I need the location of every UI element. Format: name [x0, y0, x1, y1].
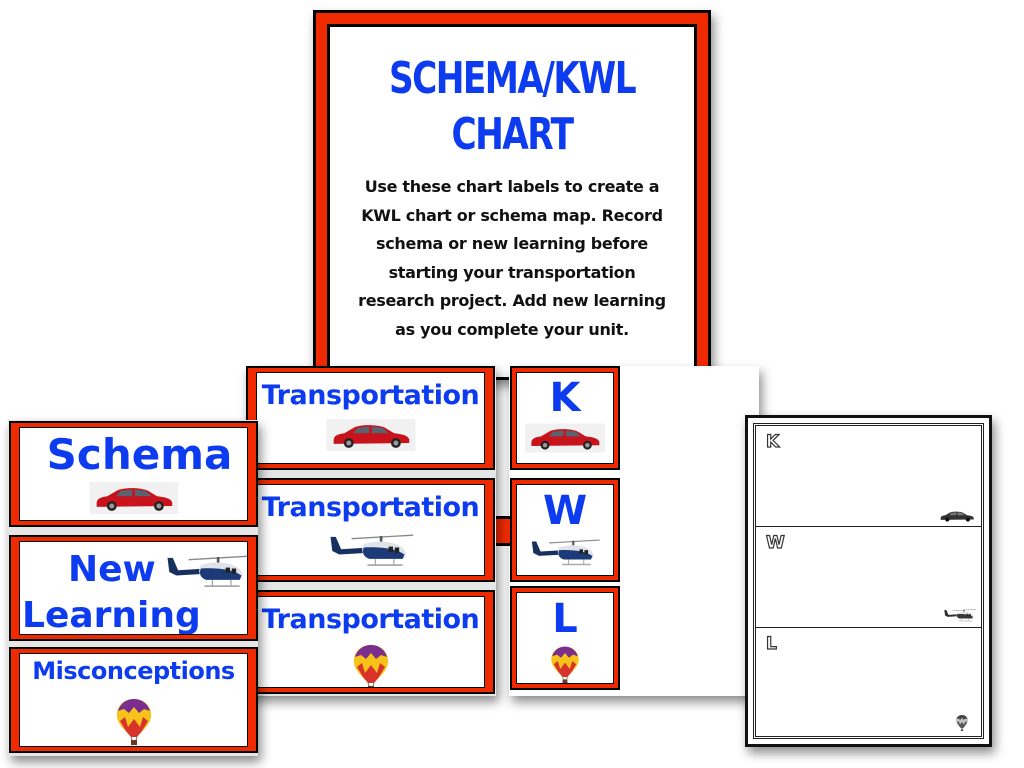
kwl-letter: K	[549, 375, 581, 421]
worksheet-row-l: L	[756, 628, 981, 740]
transportation-label: Transportation	[261, 380, 480, 411]
poster-title-line2: CHART	[451, 109, 575, 160]
poster-panel: SCHEMA/KWL CHART Use these chart labels …	[327, 24, 697, 377]
worksheet-frame: K W L	[753, 423, 984, 739]
helicopter-icon	[164, 552, 248, 592]
transportation-label: Transportation	[261, 492, 480, 523]
kwl-card-w: W	[510, 478, 620, 582]
hot-air-balloon-icon	[114, 696, 154, 747]
worksheet-letter: K	[765, 431, 780, 452]
instruction-line: research project. Add new learning	[358, 291, 666, 310]
hot-air-balloon-icon	[351, 643, 391, 688]
schema-label: Schema	[46, 430, 233, 479]
instruction-line: starting your transportation	[388, 262, 636, 282]
misconceptions-card: Misconceptions	[9, 647, 258, 753]
kwl-worksheet: K W L	[745, 415, 992, 747]
hot-air-balloon-icon	[955, 714, 969, 732]
instruction-line: Use these chart labels to create a	[364, 177, 660, 196]
hot-air-balloon-icon	[549, 645, 581, 684]
new-learning-card: New Learning	[9, 535, 258, 641]
instruction-line: schema or new learning before	[376, 234, 648, 253]
helicopter-icon	[943, 608, 977, 623]
car-icon	[937, 509, 977, 523]
poster-title-line1: SCHEMA/KWL	[388, 53, 637, 104]
kwl-card-k: K	[510, 366, 620, 470]
schema-card: Schema	[9, 421, 258, 527]
car-icon	[89, 482, 179, 514]
kwl-chart-poster: SCHEMA/KWL CHART Use these chart labels …	[313, 10, 711, 380]
car-icon	[326, 419, 416, 451]
transportation-card-balloon: Transportation	[246, 590, 495, 694]
instruction-line: as you complete your unit.	[395, 319, 629, 339]
poster-instructions: Use these chart labels to create a KWL c…	[334, 173, 690, 344]
kwl-card-l: L	[510, 586, 620, 690]
transportation-card-helicopter: Transportation	[246, 478, 495, 582]
misconceptions-label: Misconceptions	[32, 657, 235, 685]
car-icon	[525, 423, 605, 453]
transportation-card-car: Transportation	[246, 366, 495, 470]
transportation-label: Transportation	[261, 604, 480, 635]
helicopter-icon	[529, 537, 601, 569]
worksheet-row-w: W	[756, 527, 981, 628]
worksheet-row-k: K	[756, 426, 981, 527]
poster-edge	[494, 516, 510, 546]
worksheet-letter: W	[765, 532, 785, 553]
instruction-line: KWL chart or schema map. Record	[361, 205, 663, 225]
new-learning-label-line1: New	[68, 549, 156, 590]
worksheet-letter: L	[765, 633, 777, 654]
helicopter-icon	[327, 531, 415, 571]
new-learning-label-line2: Learning	[22, 595, 201, 635]
kwl-letter: W	[542, 488, 588, 534]
kwl-letter: L	[552, 596, 578, 642]
